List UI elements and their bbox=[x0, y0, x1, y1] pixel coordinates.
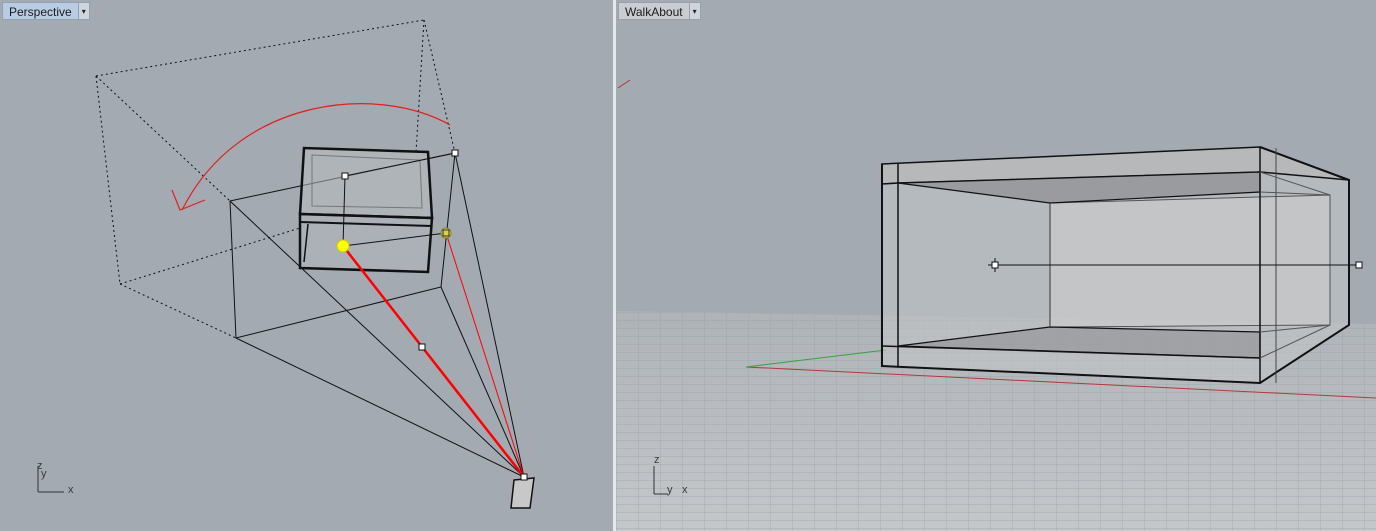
perspective-viewport-tab[interactable]: Perspective ▾ bbox=[2, 2, 90, 20]
axis-label-x: x bbox=[682, 484, 688, 496]
target-end-handle[interactable] bbox=[1355, 261, 1363, 269]
axis-label-x: x bbox=[68, 484, 74, 496]
viewport-title[interactable]: WalkAbout bbox=[618, 2, 689, 20]
axis-label-y: y bbox=[667, 484, 673, 496]
perspective-scene[interactable] bbox=[0, 0, 613, 531]
walkabout-viewport-tab[interactable]: WalkAbout ▾ bbox=[618, 2, 701, 20]
walkabout-scene[interactable] bbox=[616, 0, 1376, 531]
axis-label-y: y bbox=[41, 468, 47, 480]
perspective-viewport[interactable]: Perspective ▾ z y x bbox=[0, 0, 613, 531]
walkabout-viewport[interactable]: WalkAbout ▾ z y x bbox=[616, 0, 1376, 531]
viewport-menu-button[interactable]: ▾ bbox=[77, 2, 90, 20]
camera-line-fragment bbox=[617, 79, 631, 89]
camera-icon[interactable] bbox=[510, 473, 535, 509]
lens-length-handle[interactable] bbox=[418, 343, 426, 351]
target-point-icon[interactable] bbox=[336, 239, 350, 253]
axis-label-z: z bbox=[654, 454, 660, 466]
viewport-menu-button[interactable]: ▾ bbox=[688, 2, 701, 20]
chevron-down-icon: ▾ bbox=[81, 6, 86, 16]
camera-handle[interactable] bbox=[341, 172, 349, 180]
frustum-handle[interactable] bbox=[451, 149, 459, 157]
viewport-title[interactable]: Perspective bbox=[2, 2, 78, 20]
chevron-down-icon: ▾ bbox=[692, 6, 697, 16]
box-object[interactable] bbox=[298, 146, 434, 274]
